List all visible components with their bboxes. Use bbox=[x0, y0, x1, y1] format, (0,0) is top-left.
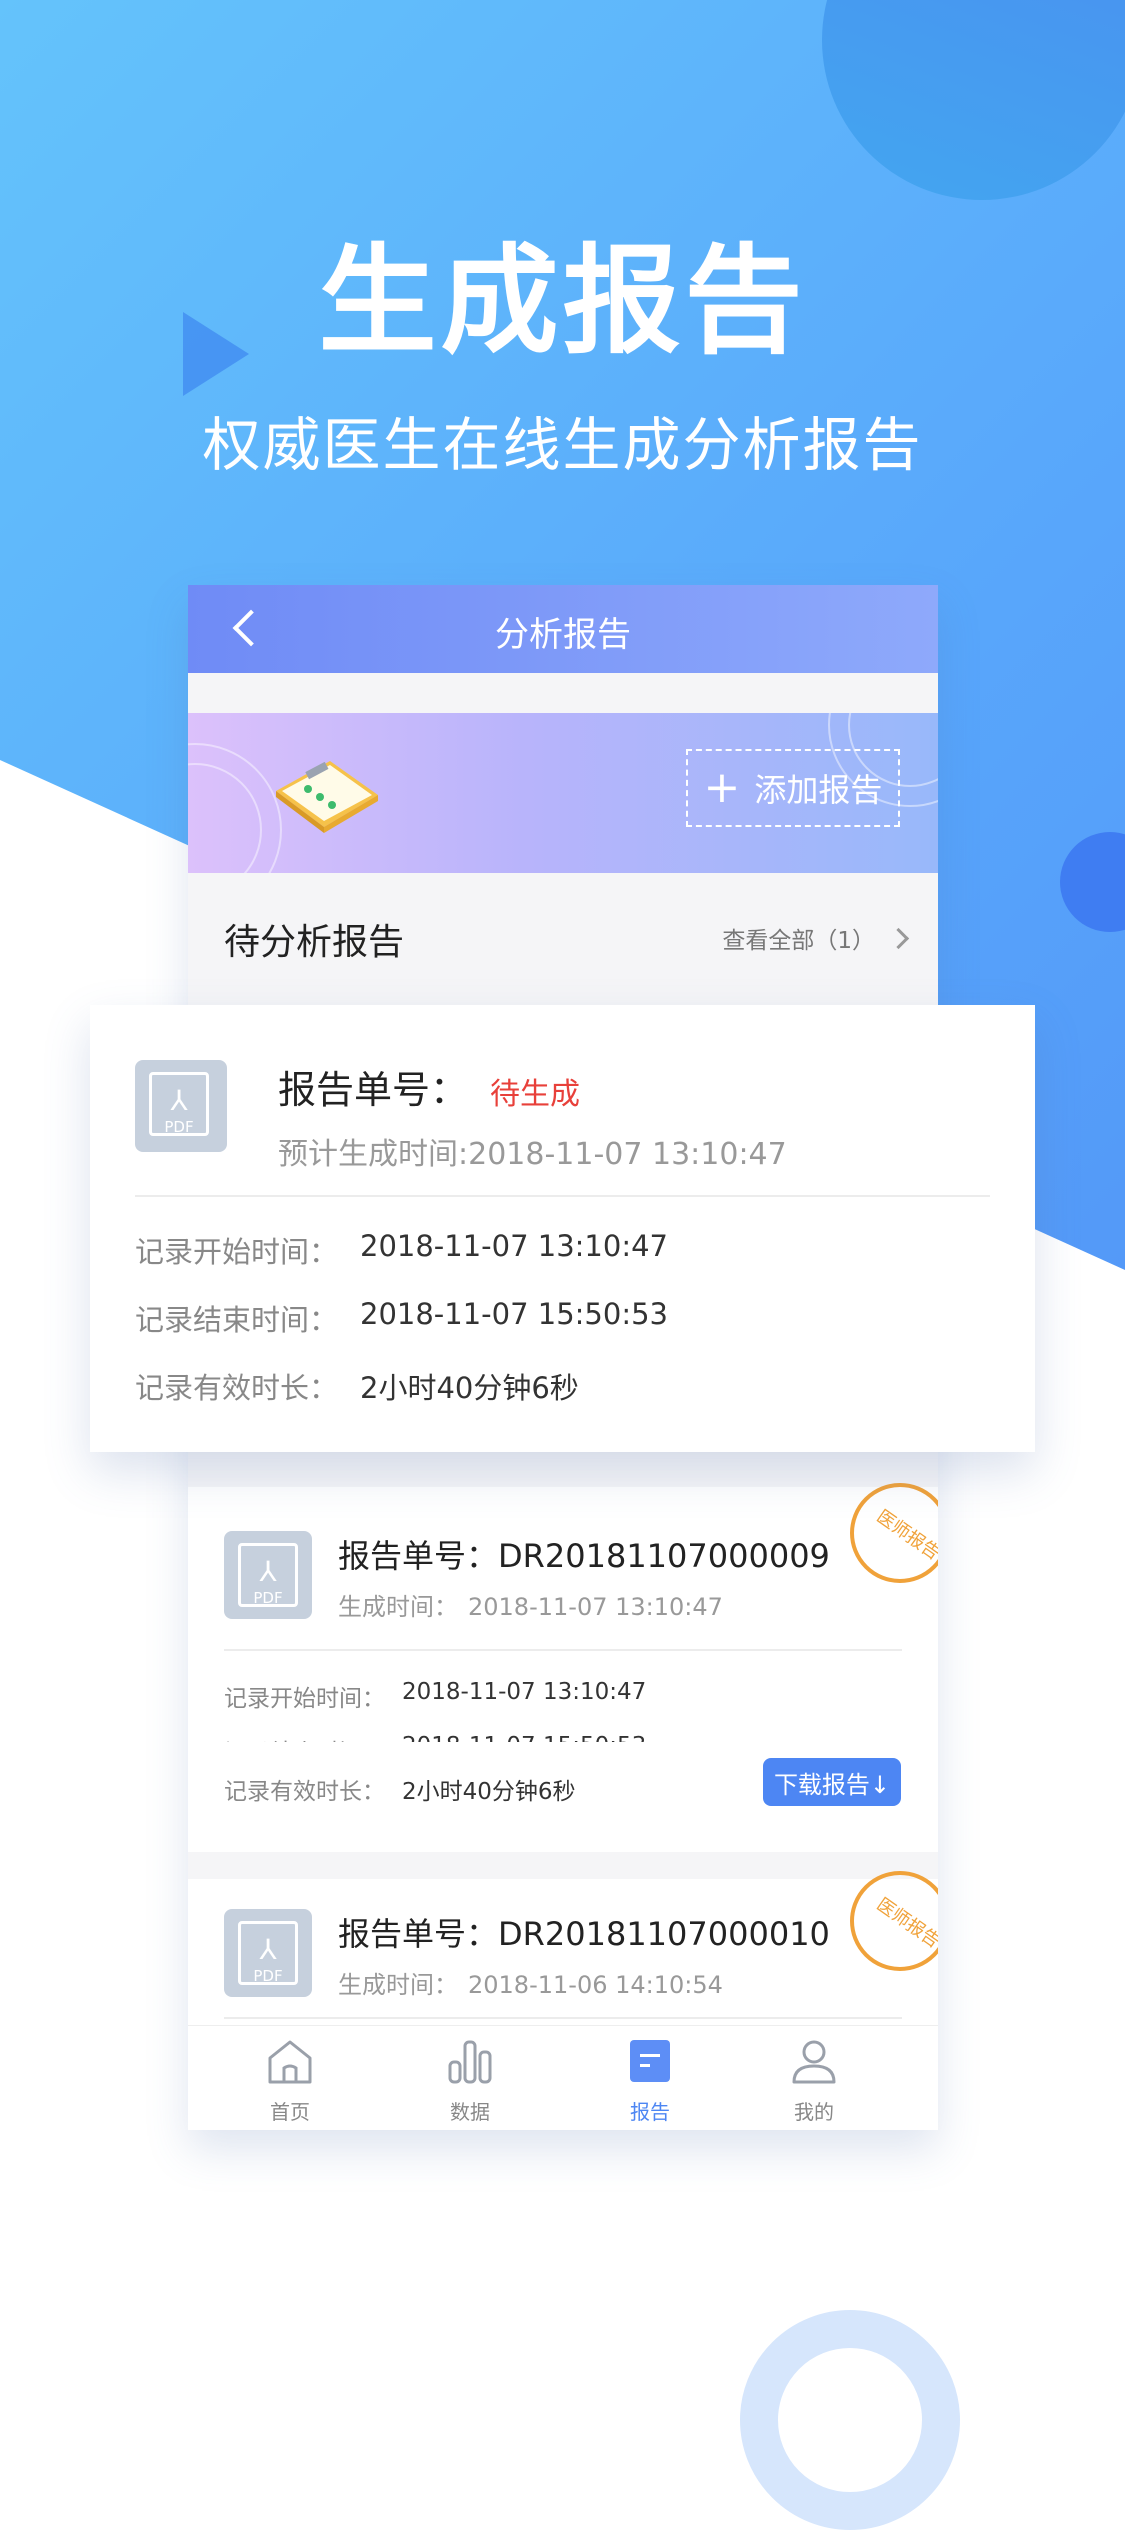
bar-chart-icon bbox=[448, 2040, 492, 2084]
divider bbox=[135, 1195, 990, 1197]
plus-icon: + bbox=[703, 762, 741, 813]
promo-subline: 权威医生在线生成分析报告 bbox=[202, 411, 923, 479]
doctor-stamp: 医师报告 bbox=[850, 1483, 938, 1583]
report-icon bbox=[630, 2040, 670, 2082]
download-report-button[interactable]: 下载报告↓ bbox=[763, 1758, 901, 1806]
add-report-label: 添加报告 bbox=[754, 771, 883, 809]
tab-data[interactable]: 数据 bbox=[410, 2034, 530, 2125]
nav-title: 分析报告 bbox=[495, 615, 631, 655]
report-number: 报告单号：DR20181107000009 bbox=[338, 1537, 830, 1575]
pdf-icon: ⅄ PDF bbox=[224, 1909, 312, 1997]
row-label: 记录有效时长： bbox=[224, 1779, 385, 1805]
row-value: 2018-11-07 13:10:47 bbox=[360, 1229, 668, 1263]
status-badge: 待生成 bbox=[490, 1077, 580, 1112]
divider bbox=[224, 1649, 902, 1651]
report-number: 报告单号：DR20181107000010 bbox=[338, 1915, 830, 1953]
user-icon bbox=[792, 2040, 836, 2084]
row-value: 2018-11-07 15:50:53 bbox=[360, 1297, 668, 1331]
report-card[interactable]: ⅄ PDF 报告单号：DR20181107000009 生成时间： 2018-11-… bbox=[188, 1483, 938, 1766]
doctor-stamp: 医师报告 bbox=[850, 1871, 938, 1971]
estimated-time: 预计生成时间:2018-11-07 13:10:47 bbox=[278, 1137, 787, 1172]
chevron-right-icon bbox=[887, 927, 910, 949]
report-card-footer: 记录有效时长： 2小时40分钟6秒 下载报告↓ bbox=[188, 1742, 938, 1852]
home-icon bbox=[268, 2040, 312, 2084]
tab-report[interactable]: 报告 bbox=[590, 2034, 710, 2125]
row-label: 记录开始时间： bbox=[135, 1235, 339, 1269]
pdf-icon: ⅄ PDF bbox=[224, 1531, 312, 1619]
row-label: 记录有效时长： bbox=[135, 1371, 339, 1405]
row-value: 2小时40分钟6秒 bbox=[402, 1779, 576, 1805]
pdf-icon: ⅄ PDF bbox=[135, 1060, 227, 1152]
nav-bar: 分析报告 bbox=[188, 585, 938, 673]
generated-time: 生成时间： 2018-11-07 13:10:47 bbox=[338, 1593, 723, 1621]
tab-mine[interactable]: 我的 bbox=[754, 2034, 874, 2125]
generated-time: 生成时间： 2018-11-06 14:10:54 bbox=[338, 1971, 723, 1999]
divider bbox=[224, 2017, 902, 2019]
decor-ring-bottom bbox=[740, 2310, 960, 2530]
view-all-label: 查看全部（1） bbox=[722, 928, 875, 954]
add-report-button[interactable]: + 添加报告 bbox=[686, 749, 900, 827]
report-number-label: 报告单号： bbox=[278, 1068, 469, 1112]
row-label: 记录结束时间： bbox=[135, 1303, 339, 1337]
clipboard-icon bbox=[276, 761, 378, 833]
add-report-banner: + 添加报告 bbox=[188, 713, 938, 873]
row-label: 记录开始时间： bbox=[224, 1686, 385, 1712]
tab-bar: 首页 数据 报告 我的 bbox=[188, 2025, 938, 2130]
pending-report-card[interactable]: ⅄ PDF 报告单号： 待生成 预计生成时间:2018-11-07 13:10:4… bbox=[90, 1005, 1035, 1452]
view-all-link[interactable]: 查看全部（1） bbox=[722, 921, 910, 955]
row-value: 2018-11-07 13:10:47 bbox=[402, 1679, 647, 1705]
report-card[interactable]: ⅄ PDF 报告单号：DR20181107000010 生成时间： 2018-11-… bbox=[188, 1871, 938, 2025]
pending-section-header: 待分析报告 查看全部（1） bbox=[188, 873, 938, 1003]
section-title: 待分析报告 bbox=[224, 922, 405, 963]
promo-headline: 生成报告 bbox=[318, 232, 807, 370]
row-value: 2小时40分钟6秒 bbox=[360, 1371, 579, 1405]
tab-home[interactable]: 首页 bbox=[230, 2034, 350, 2125]
